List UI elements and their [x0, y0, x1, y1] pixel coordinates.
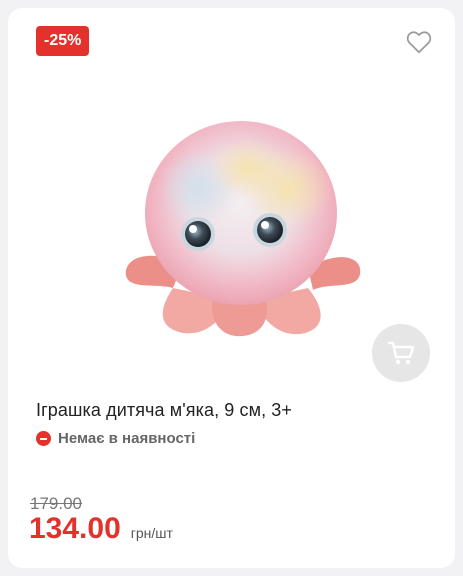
minus-circle-icon: [36, 431, 51, 446]
price-row: 134.00 грн/шт: [29, 512, 173, 546]
stock-status: Немає в наявності: [36, 430, 195, 447]
favorite-button[interactable]: [406, 30, 432, 54]
heart-outline-icon: [406, 31, 432, 54]
product-title[interactable]: Іграшка дитяча м'яка, 9 см, 3+: [36, 400, 292, 421]
plush-octopus-image: [125, 121, 361, 337]
cart-icon: [387, 341, 415, 365]
product-card[interactable]: -25% Іграшка дитяча м'яка, 9 см, 3+ Нема…: [8, 8, 455, 568]
discount-badge: -25%: [36, 26, 90, 56]
stock-status-text: Немає в наявності: [58, 430, 196, 447]
add-to-cart-button[interactable]: [372, 324, 430, 382]
current-price: 134.00: [29, 512, 121, 545]
price-unit: грн/шт: [130, 525, 173, 541]
old-price: 179.00: [30, 494, 82, 513]
product-image[interactable]: [8, 78, 455, 368]
